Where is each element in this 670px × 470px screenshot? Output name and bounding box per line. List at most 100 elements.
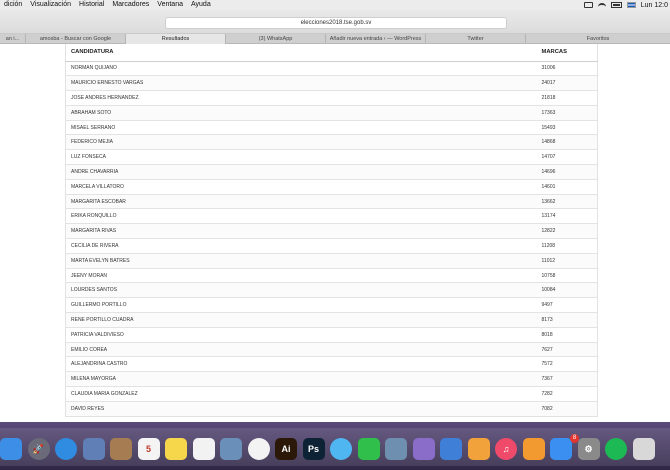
messages-icon[interactable] <box>330 438 352 460</box>
input-source-flag-icon[interactable] <box>626 2 636 8</box>
status-tray: Lun 12:0 <box>583 2 670 9</box>
candidate-marks: 13662 <box>541 193 598 209</box>
table-header-row: CANDIDATURA MARCAS <box>65 44 598 62</box>
table-row: RENE PORTILLO CUADRA 8173 <box>65 312 598 328</box>
tab-resultados[interactable]: Resultados <box>126 34 226 44</box>
contacts-icon[interactable] <box>110 438 132 460</box>
table-row: MARTA EVELYN BATRES 11012 <box>65 252 598 269</box>
candidate-marks: 24017 <box>541 75 598 91</box>
candidate-marks: 7367 <box>541 371 598 387</box>
candidate-name: PATRICIA VALDIVIESO <box>65 326 542 343</box>
table-row: MAURICIO ERNESTO VARGAS 24017 <box>65 75 598 91</box>
candidate-name: DAVID REYES <box>65 400 542 417</box>
address-bar[interactable]: elecciones2018.tse.gob.sv <box>165 17 507 29</box>
menu-history[interactable]: Historial <box>75 0 108 10</box>
candidate-name: ANDRE CHAVARRIA <box>65 164 542 180</box>
candidate-name: FEDERICO MEJIA <box>65 134 542 150</box>
photoshop-icon[interactable]: Ps <box>302 438 325 460</box>
table-row: ABRAHAM SOTO 17363 <box>65 104 598 121</box>
illustrator-icon[interactable]: Ai <box>275 438 297 460</box>
candidate-marks: 11012 <box>541 252 598 269</box>
script-icon[interactable] <box>412 438 435 460</box>
candidate-marks: 12822 <box>541 223 598 239</box>
tab-bar: an i... amosba - Buscar con Google Resul… <box>0 34 670 44</box>
books-icon[interactable] <box>522 438 545 460</box>
app-store-icon[interactable] <box>550 438 572 460</box>
notes-icon[interactable] <box>165 438 187 460</box>
candidate-name: MARTA EVELYN BATRES <box>65 252 542 269</box>
menu-help[interactable]: Ayuda <box>187 0 215 10</box>
launchpad-icon[interactable]: 🚀 <box>27 438 50 460</box>
preview-icon[interactable] <box>385 438 407 460</box>
facetime-icon[interactable] <box>357 438 380 460</box>
tab-google-search[interactable]: amosba - Buscar con Google <box>26 34 126 44</box>
table-row: MISAEL SERRANO 15493 <box>65 119 598 135</box>
tab-favoritos[interactable]: Favoritos <box>526 34 670 44</box>
menu-edit[interactable]: dición <box>0 0 26 10</box>
browser-toolbar: elecciones2018.tse.gob.sv <box>0 10 670 34</box>
screen-mirroring-icon[interactable] <box>583 2 593 8</box>
music-icon[interactable]: ♫ <box>495 438 517 460</box>
candidate-name: ERIKA RONQUILLO <box>65 208 542 224</box>
tab-twitter[interactable]: Twitter <box>426 34 526 44</box>
system-preferences-icon[interactable]: ⚙ <box>577 438 600 460</box>
candidate-name: GUILLERMO PORTILLO <box>65 297 542 313</box>
candidate-name: LOURDES SANTOS <box>65 282 542 298</box>
candidate-name: EMILIO COREA <box>65 341 542 357</box>
keynote-icon[interactable] <box>440 438 462 460</box>
candidate-marks: 9497 <box>541 297 598 313</box>
table-row: DAVID REYES 7082 <box>65 400 598 417</box>
photo-booth-icon[interactable] <box>220 438 242 460</box>
candidate-marks: 14868 <box>541 134 598 150</box>
table-row: ALEJANDRINA CASTRO 7572 <box>65 356 598 372</box>
spotify-icon[interactable] <box>605 438 627 460</box>
header-candidatura: CANDIDATURA <box>65 44 542 62</box>
candidate-marks: 8018 <box>541 326 598 343</box>
candidate-name: CECILIA DE RIVERA <box>65 238 542 254</box>
candidate-name: MILENA MAYORGA <box>65 371 542 387</box>
calendar-icon[interactable]: 5 <box>137 438 160 460</box>
downloads-icon[interactable] <box>632 438 655 460</box>
candidate-name: MARGARITA ESCOBAR <box>65 193 542 209</box>
candidate-marks: 14601 <box>541 178 598 195</box>
table-row: LUZ FONSECA 14707 <box>65 149 598 165</box>
menu-window[interactable]: Ventana <box>153 0 187 10</box>
battery-icon[interactable] <box>610 2 622 8</box>
mail-stamp-icon[interactable] <box>82 438 105 460</box>
menu-clock[interactable]: Lun 12:0 <box>641 2 668 9</box>
menu-view[interactable]: Visualización <box>26 0 75 10</box>
candidate-name: MARCELA VILLATORO <box>65 178 542 195</box>
menu-bookmarks[interactable]: Marcadores <box>108 0 153 10</box>
candidate-name: MARGARITA RIVAS <box>65 223 542 239</box>
table-row: JOSE ANDRES HERNANDEZ 21818 <box>65 90 598 106</box>
table-row: MARGARITA ESCOBAR 13662 <box>65 193 598 209</box>
candidate-name: NORMAN QUIJANO <box>65 60 542 76</box>
tab-partial[interactable]: an i... <box>0 34 26 44</box>
table-row: EMILIO COREA 7627 <box>65 341 598 357</box>
table-row: JEENY MORAN 10758 <box>65 267 598 283</box>
table-row: ANDRE CHAVARRIA 14696 <box>65 164 598 180</box>
candidate-marks: 21818 <box>541 90 598 106</box>
finder-icon[interactable] <box>0 438 22 460</box>
table-row: MARCELA VILLATORO 14601 <box>65 178 598 195</box>
table-row: PATRICIA VALDIVIESO 8018 <box>65 326 598 343</box>
candidate-marks: 7572 <box>541 356 598 372</box>
table-body: NORMAN QUIJANO 31006 MAURICIO ERNESTO VARG… <box>65 60 598 417</box>
photos-icon[interactable] <box>247 438 270 460</box>
candidate-marks: 8173 <box>541 312 598 328</box>
reminders-icon[interactable] <box>192 438 215 460</box>
table-row: GUILLERMO PORTILLO 9497 <box>65 297 598 313</box>
candidate-marks: 10084 <box>541 282 598 298</box>
tab-whatsapp[interactable]: (3) WhatsApp <box>226 34 326 44</box>
candidate-marks: 31006 <box>541 60 598 76</box>
candidate-marks: 7082 <box>541 400 598 417</box>
candidate-marks: 15493 <box>541 119 598 135</box>
safari-icon[interactable] <box>55 438 77 460</box>
pages-icon[interactable] <box>467 438 490 460</box>
header-marcas: MARCAS <box>541 44 598 62</box>
wifi-icon[interactable] <box>597 2 606 8</box>
candidate-name: MISAEL SERRANO <box>65 119 542 135</box>
candidate-marks: 17363 <box>541 104 598 121</box>
app-store-badge: 8 <box>570 434 579 443</box>
tab-wordpress[interactable]: Añadir nueva entrada ‹ — WordPress <box>326 34 426 44</box>
